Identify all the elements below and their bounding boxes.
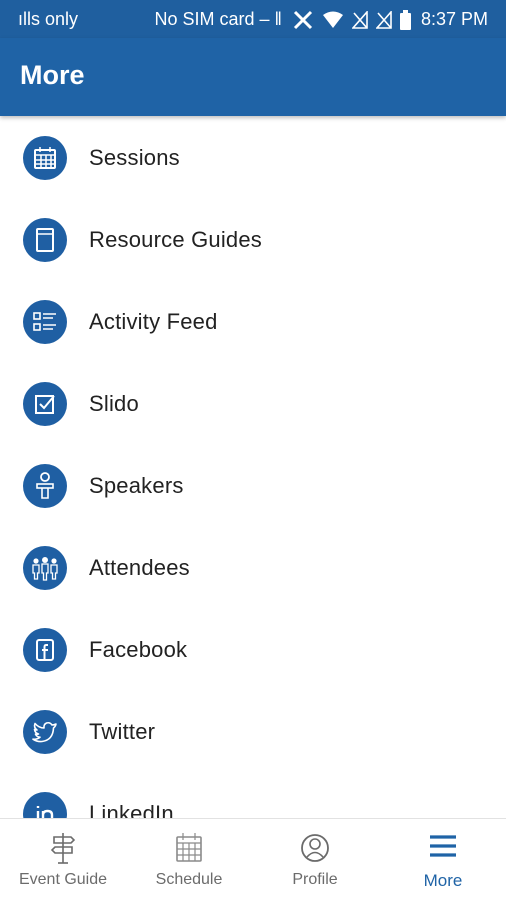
no-signal-icon: [375, 10, 392, 29]
menu-item-label: Speakers: [89, 473, 184, 498]
tab-event-guide[interactable]: Event Guide: [0, 819, 126, 901]
facebook-icon: [23, 628, 67, 672]
menu-item-label: Twitter: [89, 719, 156, 744]
wifi-icon: [322, 11, 344, 29]
list-icon: [23, 300, 67, 344]
status-bar: ılls only No SIM card – ‖ 8:37 PM: [0, 0, 506, 38]
no-signal-icon: [351, 10, 368, 29]
menu-item-label: Slido: [89, 391, 139, 416]
menu-item-label: Facebook: [89, 637, 188, 662]
status-right: No SIM card – ‖ 8:37 PM: [154, 9, 488, 30]
tab-profile[interactable]: Profile: [252, 819, 378, 901]
clock-text: 8:37 PM: [420, 9, 488, 29]
people-icon: [23, 546, 67, 590]
menu-item-label: LinkedIn: [89, 801, 174, 818]
tools-icon: [292, 10, 314, 30]
tab-label: Schedule: [155, 871, 223, 888]
menu-item-label: Activity Feed: [89, 309, 218, 334]
tab-label: Event Guide: [18, 871, 108, 888]
menu-item-attendees[interactable]: Attendees: [0, 528, 506, 608]
menu-item-sessions[interactable]: Sessions: [0, 118, 506, 198]
carrier-text: ılls only: [18, 9, 79, 29]
tab-schedule[interactable]: Schedule: [126, 819, 252, 901]
checkbox-icon: [23, 382, 67, 426]
speaker-podium-icon: [23, 464, 67, 508]
twitter-icon: [23, 710, 67, 754]
calendar-icon: [174, 831, 204, 865]
profile-icon: [300, 831, 330, 865]
menu-item-resource-guides[interactable]: Resource Guides: [0, 200, 506, 280]
app-bar: More: [0, 38, 506, 116]
sim-status-text: No SIM card – ‖: [154, 9, 282, 29]
bottom-navigation: Event Guide Schedule Profile More: [0, 818, 506, 901]
status-icons: [292, 9, 411, 30]
signpost-icon: [48, 831, 78, 865]
linkedin-icon: [23, 792, 67, 818]
book-icon: [23, 218, 67, 262]
menu-item-speakers[interactable]: Speakers: [0, 446, 506, 526]
tab-label: Profile: [292, 871, 338, 888]
page-title: More: [20, 60, 85, 90]
tab-more[interactable]: More: [380, 819, 506, 901]
more-menu-list[interactable]: Sessions Resource Guides Activity Feed S…: [0, 118, 506, 818]
menu-item-linkedin[interactable]: LinkedIn: [0, 774, 506, 818]
menu-item-label: Resource Guides: [89, 227, 262, 252]
menu-item-twitter[interactable]: Twitter: [0, 692, 506, 772]
menu-item-label: Attendees: [89, 555, 190, 580]
hamburger-icon: [428, 831, 458, 865]
menu-item-label: Sessions: [89, 145, 180, 170]
calendar-icon: [23, 136, 67, 180]
menu-item-activity-feed[interactable]: Activity Feed: [0, 282, 506, 362]
menu-item-facebook[interactable]: Facebook: [0, 610, 506, 690]
menu-item-slido[interactable]: Slido: [0, 364, 506, 444]
tab-label: More: [423, 871, 463, 890]
battery-icon: [399, 9, 411, 30]
